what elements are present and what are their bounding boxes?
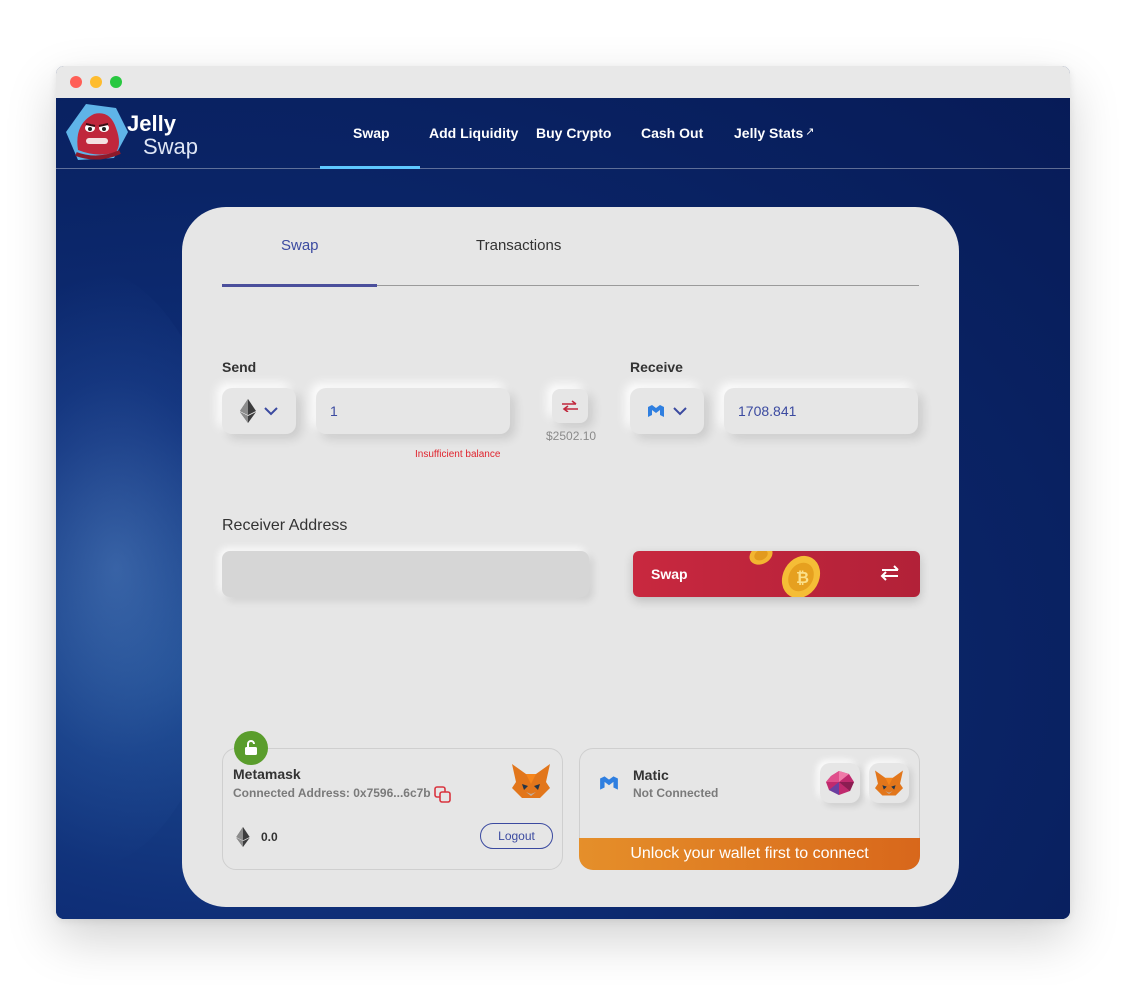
nav-jelly-stats[interactable]: Jelly Stats ↗	[734, 125, 814, 141]
receiver-address-label: Receiver Address	[222, 517, 348, 534]
swap-card: Swap Transactions Send 1 Insufficient ba…	[182, 207, 959, 907]
copy-icon[interactable]	[434, 786, 452, 804]
swap-direction-button[interactable]	[552, 389, 588, 423]
swap-button-label: Swap	[651, 566, 688, 582]
exchange-arrows-icon	[880, 565, 899, 581]
nav-active-indicator	[320, 166, 420, 169]
app-root: Jelly Swap Swap Add Liquidity Buy Crypto…	[56, 98, 1070, 919]
receive-asset-selector[interactable]	[630, 388, 704, 434]
nav-add-liquidity[interactable]: Add Liquidity	[429, 125, 518, 141]
receive-label: Receive	[630, 359, 683, 375]
unlock-wallet-banner[interactable]: Unlock your wallet first to connect	[579, 838, 920, 870]
receive-amount-value: 1708.841	[738, 403, 797, 419]
tab-transactions[interactable]: Transactions	[476, 237, 561, 254]
chevron-down-icon	[264, 407, 278, 416]
swap-arrows-icon	[562, 400, 578, 412]
maximize-window-button[interactable]	[110, 76, 122, 88]
brain-wallet-button[interactable]	[820, 763, 860, 803]
unlock-icon	[234, 731, 268, 765]
swap-button[interactable]: Swap ₿	[633, 551, 920, 597]
matic-status: Not Connected	[633, 786, 719, 800]
send-asset-selector[interactable]	[222, 388, 296, 434]
usd-value: $2502.10	[546, 429, 597, 443]
send-amount-input[interactable]: 1	[316, 388, 510, 434]
ethereum-icon	[240, 399, 256, 423]
ethereum-icon	[236, 827, 250, 847]
nav-jelly-stats-label: Jelly Stats	[734, 125, 804, 141]
metamask-wallet-card: Metamask Connected Address: 0x7596...6c7…	[222, 731, 563, 870]
receiver-address-input[interactable]	[222, 551, 589, 597]
close-window-button[interactable]	[70, 76, 82, 88]
nav-buy-crypto[interactable]: Buy Crypto	[536, 125, 611, 141]
minimize-window-button[interactable]	[90, 76, 102, 88]
receive-amount-input[interactable]: 1708.841	[724, 388, 918, 434]
matic-title: Matic	[633, 767, 669, 783]
logout-button[interactable]: Logout	[480, 823, 553, 849]
matic-icon	[648, 405, 664, 417]
nav-cash-out[interactable]: Cash Out	[641, 125, 703, 141]
metamask-balance: 0.0	[261, 830, 278, 844]
insufficient-balance-error: Insufficient balance	[415, 449, 501, 460]
send-label: Send	[222, 359, 257, 375]
coins-icon: ₿	[749, 551, 821, 597]
browser-window: Jelly Swap Swap Add Liquidity Buy Crypto…	[56, 66, 1070, 919]
top-header: Jelly Swap Swap Add Liquidity Buy Crypto…	[56, 98, 1070, 169]
matic-icon	[600, 776, 618, 790]
metamask-fox-icon	[512, 764, 550, 798]
title-bar	[56, 66, 1070, 98]
metamask-connect-button[interactable]	[869, 763, 909, 803]
jelly-logo-icon[interactable]	[64, 102, 130, 162]
brain-wallet-icon	[826, 771, 854, 795]
metamask-title: Metamask	[233, 766, 301, 782]
metamask-address: Connected Address: 0x7596...6c7b	[233, 786, 431, 800]
matic-wallet-card: Matic Not Connected Unlock your wallet f…	[579, 748, 920, 870]
external-link-icon: ↗	[805, 126, 815, 138]
tab-active-indicator	[222, 284, 377, 287]
svg-text:₿: ₿	[796, 569, 809, 587]
nav-swap[interactable]: Swap	[353, 125, 390, 141]
metamask-fox-icon	[875, 770, 903, 796]
tab-swap[interactable]: Swap	[281, 237, 319, 254]
chevron-down-icon	[673, 407, 687, 416]
brand-name-line2: Swap	[143, 134, 199, 159]
send-amount-value: 1	[330, 403, 338, 419]
